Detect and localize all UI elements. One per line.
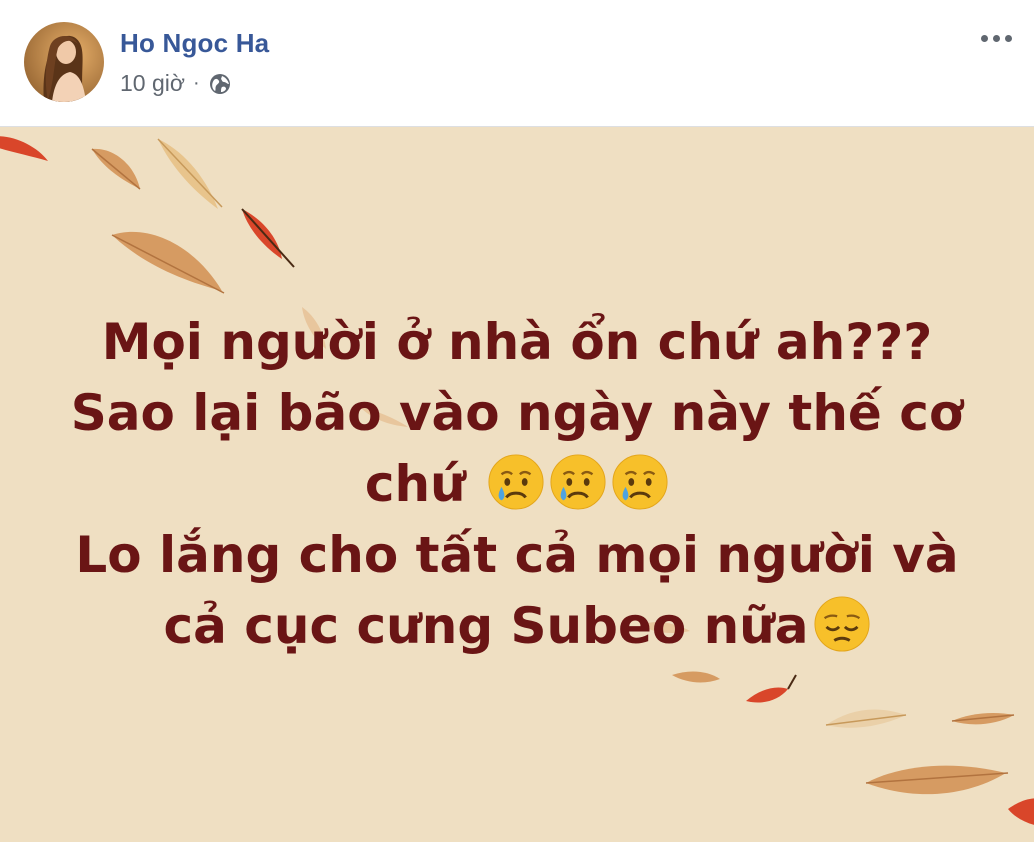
globe-icon[interactable]: [208, 72, 232, 96]
crying-face-emoji-icon: [612, 454, 668, 510]
crying-face-emoji-icon: [488, 454, 544, 510]
post-meta: 10 giờ ·: [120, 70, 232, 97]
post-header: Ho Ngoc Ha 10 giờ ·: [0, 0, 1034, 127]
post-time[interactable]: 10 giờ: [120, 70, 185, 97]
facebook-post: Ho Ngoc Ha 10 giờ · Mọi người ở nhà ổn c…: [0, 0, 1034, 842]
message-line-4: Lo lắng cho tất cả mọi người và: [75, 526, 959, 584]
author-name[interactable]: Ho Ngoc Ha: [120, 28, 269, 59]
post-message: Mọi người ở nhà ổn chứ ah??? Sao lại bão…: [0, 307, 1034, 662]
pensive-face-emoji-icon: [813, 596, 870, 652]
avatar-image: [24, 22, 104, 102]
message-line-1: Mọi người ở nhà ổn chứ ah???: [101, 313, 933, 371]
crying-face-emoji-icon: [550, 454, 606, 510]
message-line-2: Sao lại bão vào ngày này thế cơ: [70, 384, 964, 442]
message-line-3: chứ: [0, 449, 1034, 520]
post-background-canvas: Mọi người ở nhà ổn chứ ah??? Sao lại bão…: [0, 127, 1034, 842]
message-line-5: cả cục cưng Subeo nữa: [0, 591, 1034, 662]
avatar[interactable]: [24, 22, 104, 102]
more-options-icon[interactable]: [976, 26, 1016, 50]
message-line-5-text: cả cục cưng Subeo nữa: [163, 597, 809, 655]
separator-dot: ·: [192, 72, 200, 94]
message-line-3-text: chứ: [364, 455, 466, 513]
